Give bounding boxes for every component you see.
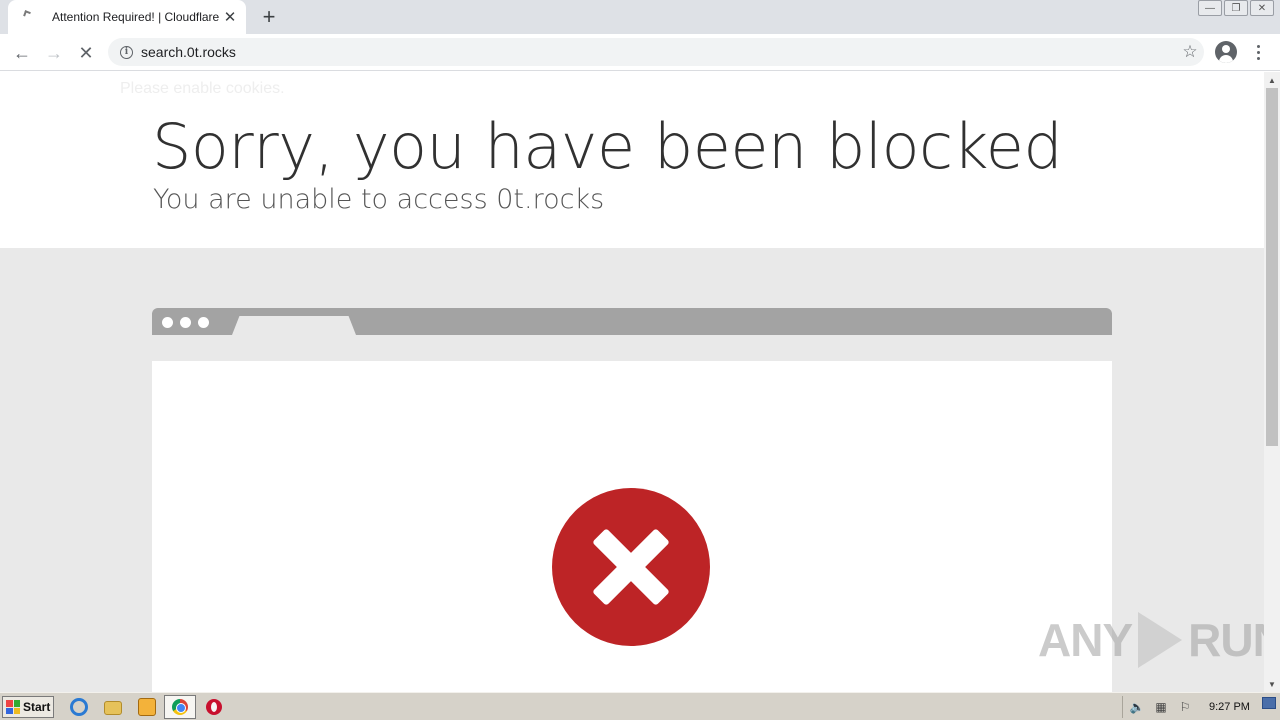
- play-logo-icon: [1138, 612, 1183, 668]
- browser-toolbar: ← → ✕ i search.0t.rocks ☆: [0, 34, 1280, 71]
- internet-explorer-icon[interactable]: [70, 698, 88, 716]
- illustration-tab: [232, 316, 356, 335]
- start-label: Start: [23, 700, 51, 714]
- browser-tab-active[interactable]: Attention Required! | Cloudflare ✕: [8, 0, 246, 34]
- forward-button[interactable]: →: [41, 40, 67, 66]
- profile-avatar-icon[interactable]: [1215, 41, 1237, 63]
- browser-illustration-bar: [152, 308, 1112, 335]
- error-x-icon: [552, 488, 710, 646]
- bookmark-star-icon[interactable]: ☆: [1176, 42, 1204, 62]
- illustration-dot: [198, 317, 209, 328]
- illustration-dot: [180, 317, 191, 328]
- restore-button[interactable]: ❐: [1224, 0, 1248, 16]
- opera-icon[interactable]: [206, 699, 222, 715]
- loading-favicon-icon: [22, 9, 38, 25]
- minimize-button[interactable]: —: [1198, 0, 1222, 16]
- illustration-dot: [162, 317, 173, 328]
- tab-close-icon[interactable]: ✕: [220, 7, 240, 27]
- page-scrollbar[interactable]: ▲ ▼: [1264, 72, 1280, 692]
- show-desktop-icon[interactable]: [1262, 697, 1276, 709]
- cookie-notice-text: Please enable cookies.: [120, 80, 285, 97]
- windows-taskbar: Start 🔈 ▦ ⚐ 9:27 PM: [0, 692, 1280, 720]
- tab-strip: Attention Required! | Cloudflare ✕ + — ❐…: [0, 0, 1280, 34]
- browser-illustration-window: [152, 361, 1112, 692]
- url-text[interactable]: search.0t.rocks: [141, 44, 1176, 60]
- file-explorer-icon[interactable]: [104, 701, 122, 715]
- start-button[interactable]: Start: [2, 696, 54, 718]
- media-player-icon[interactable]: [138, 698, 156, 716]
- site-info-icon[interactable]: i: [120, 45, 133, 59]
- system-clock[interactable]: 9:27 PM: [1209, 701, 1250, 713]
- system-tray: 🔈 ▦ ⚐ 9:27 PM: [1122, 696, 1280, 718]
- browser-menu-icon[interactable]: [1248, 42, 1268, 62]
- scroll-up-arrow-icon[interactable]: ▲: [1264, 72, 1280, 88]
- address-bar[interactable]: i search.0t.rocks ☆: [108, 38, 1204, 66]
- header-section: Please enable cookies. Sorry, you have b…: [0, 72, 1264, 248]
- watermark-text-left: ANY: [1038, 614, 1133, 666]
- scrollbar-thumb[interactable]: [1266, 88, 1278, 446]
- page-viewport: Please enable cookies. Sorry, you have b…: [0, 72, 1264, 692]
- window-controls: — ❐ ✕: [1198, 0, 1274, 16]
- tab-title: Attention Required! | Cloudflare: [52, 10, 220, 24]
- page-subtitle: You are unable to access 0t.rocks: [153, 184, 605, 215]
- anyrun-watermark: ANY RUN: [1038, 612, 1264, 668]
- volume-icon[interactable]: 🔈: [1129, 700, 1145, 714]
- close-window-button[interactable]: ✕: [1250, 0, 1274, 16]
- back-button[interactable]: ←: [9, 40, 35, 66]
- new-tab-button[interactable]: +: [256, 5, 282, 29]
- action-center-flag-icon[interactable]: ⚐: [1177, 700, 1193, 714]
- chrome-taskbar-button[interactable]: [164, 695, 196, 719]
- network-icon[interactable]: ▦: [1153, 700, 1169, 714]
- page-title: Sorry, you have been blocked: [152, 110, 1063, 183]
- scroll-down-arrow-icon[interactable]: ▼: [1264, 676, 1280, 692]
- watermark-text-right: RUN: [1188, 614, 1264, 666]
- windows-logo-icon: [6, 700, 20, 714]
- stop-loading-button[interactable]: ✕: [73, 40, 99, 66]
- chrome-icon: [172, 699, 188, 715]
